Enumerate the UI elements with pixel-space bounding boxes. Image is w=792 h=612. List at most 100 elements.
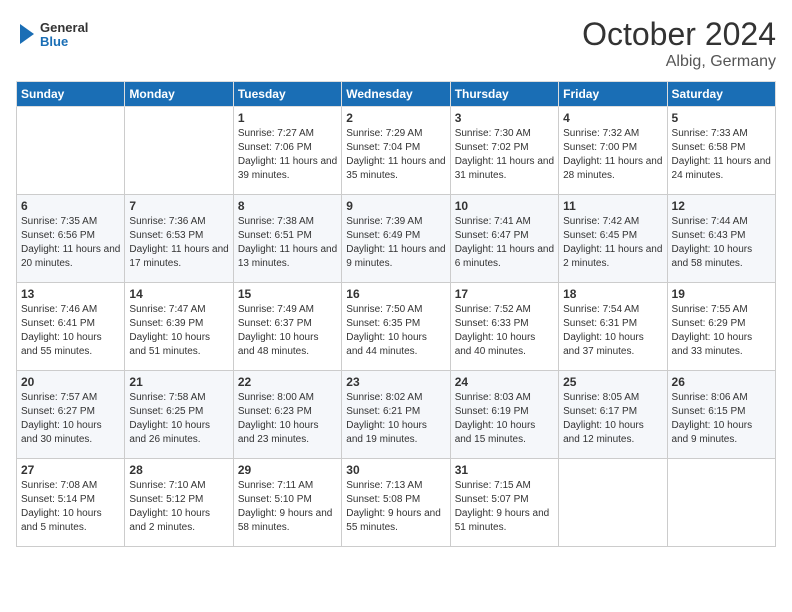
calendar-cell: 4 Sunrise: 7:32 AM Sunset: 7:00 PM Daylig… — [559, 107, 667, 195]
calendar-cell: 16 Sunrise: 7:50 AM Sunset: 6:35 PM Dayli… — [342, 283, 450, 371]
logo: General Blue — [16, 16, 106, 52]
day-info: Sunrise: 7:50 AM Sunset: 6:35 PM Dayligh… — [346, 303, 445, 359]
day-number: 27 — [21, 463, 120, 477]
day-info: Sunrise: 8:05 AM Sunset: 6:17 PM Dayligh… — [563, 391, 662, 447]
day-info: Sunrise: 8:00 AM Sunset: 6:23 PM Dayligh… — [238, 391, 337, 447]
day-info: Sunrise: 8:06 AM Sunset: 6:15 PM Dayligh… — [672, 391, 771, 447]
day-number: 1 — [238, 111, 337, 125]
day-info: Sunrise: 7:46 AM Sunset: 6:41 PM Dayligh… — [21, 303, 120, 359]
calendar-cell — [667, 459, 775, 547]
title-block: October 2024 Albig, Germany — [582, 16, 776, 71]
calendar-cell: 1Sunrise: 7:27 AM Sunset: 7:06 PM Daylig… — [233, 107, 341, 195]
day-number: 29 — [238, 463, 337, 477]
calendar-day-header: Monday — [125, 82, 233, 107]
day-info: Sunrise: 7:58 AM Sunset: 6:25 PM Dayligh… — [129, 391, 228, 447]
calendar-cell: 26 Sunrise: 8:06 AM Sunset: 6:15 PM Dayli… — [667, 371, 775, 459]
calendar-day-header: Friday — [559, 82, 667, 107]
calendar-cell: 29 Sunrise: 7:11 AM Sunset: 5:10 PM Dayli… — [233, 459, 341, 547]
day-number: 16 — [346, 287, 445, 301]
day-number: 3 — [455, 111, 554, 125]
calendar-day-header: Thursday — [450, 82, 558, 107]
calendar-day-header: Saturday — [667, 82, 775, 107]
calendar-cell: 31 Sunrise: 7:15 AM Sunset: 5:07 PM Dayli… — [450, 459, 558, 547]
day-number: 20 — [21, 375, 120, 389]
day-info: Sunrise: 7:11 AM Sunset: 5:10 PM Dayligh… — [238, 479, 337, 535]
day-number: 25 — [563, 375, 662, 389]
calendar-cell: 19 Sunrise: 7:55 AM Sunset: 6:29 PM Dayli… — [667, 283, 775, 371]
calendar-cell: 9 Sunrise: 7:39 AM Sunset: 6:49 PM Daylig… — [342, 195, 450, 283]
day-number: 5 — [672, 111, 771, 125]
day-info: Sunrise: 8:03 AM Sunset: 6:19 PM Dayligh… — [455, 391, 554, 447]
day-info: Sunrise: 7:55 AM Sunset: 6:29 PM Dayligh… — [672, 303, 771, 359]
day-number: 6 — [21, 199, 120, 213]
day-info: Sunrise: 7:32 AM Sunset: 7:00 PM Dayligh… — [563, 127, 662, 183]
calendar-cell: 8 Sunrise: 7:38 AM Sunset: 6:51 PM Daylig… — [233, 195, 341, 283]
day-number: 17 — [455, 287, 554, 301]
calendar-cell: 24 Sunrise: 8:03 AM Sunset: 6:19 PM Dayli… — [450, 371, 558, 459]
day-info: Sunrise: 7:08 AM Sunset: 5:14 PM Dayligh… — [21, 479, 120, 535]
day-info: Sunrise: 7:15 AM Sunset: 5:07 PM Dayligh… — [455, 479, 554, 535]
page-header: General Blue October 2024 Albig, Germany — [16, 16, 776, 71]
day-info: Sunrise: 8:02 AM Sunset: 6:21 PM Dayligh… — [346, 391, 445, 447]
day-info: Sunrise: 7:10 AM Sunset: 5:12 PM Dayligh… — [129, 479, 228, 535]
calendar-cell: 5Sunrise: 7:33 AM Sunset: 6:58 PM Daylig… — [667, 107, 775, 195]
calendar-cell: 22 Sunrise: 8:00 AM Sunset: 6:23 PM Dayli… — [233, 371, 341, 459]
calendar-table: SundayMondayTuesdayWednesdayThursdayFrid… — [16, 81, 776, 547]
day-info: Sunrise: 7:39 AM Sunset: 6:49 PM Dayligh… — [346, 215, 445, 271]
day-number: 12 — [672, 199, 771, 213]
month-title: October 2024 — [582, 16, 776, 53]
day-number: 4 — [563, 111, 662, 125]
calendar-cell: 27 Sunrise: 7:08 AM Sunset: 5:14 PM Dayli… — [17, 459, 125, 547]
calendar-week-row: 6 Sunrise: 7:35 AM Sunset: 6:56 PM Daylig… — [17, 195, 776, 283]
day-number: 30 — [346, 463, 445, 477]
calendar-cell: 21Sunrise: 7:58 AM Sunset: 6:25 PM Dayli… — [125, 371, 233, 459]
day-info: Sunrise: 7:44 AM Sunset: 6:43 PM Dayligh… — [672, 215, 771, 271]
day-number: 11 — [563, 199, 662, 213]
day-number: 22 — [238, 375, 337, 389]
calendar-cell: 7 Sunrise: 7:36 AM Sunset: 6:53 PM Daylig… — [125, 195, 233, 283]
day-info: Sunrise: 7:36 AM Sunset: 6:53 PM Dayligh… — [129, 215, 228, 271]
calendar-cell: 3Sunrise: 7:30 AM Sunset: 7:02 PM Daylig… — [450, 107, 558, 195]
calendar-cell: 30 Sunrise: 7:13 AM Sunset: 5:08 PM Dayli… — [342, 459, 450, 547]
calendar-week-row: 1Sunrise: 7:27 AM Sunset: 7:06 PM Daylig… — [17, 107, 776, 195]
day-info: Sunrise: 7:41 AM Sunset: 6:47 PM Dayligh… — [455, 215, 554, 271]
calendar-cell — [559, 459, 667, 547]
calendar-body: 1Sunrise: 7:27 AM Sunset: 7:06 PM Daylig… — [17, 107, 776, 547]
day-number: 2 — [346, 111, 445, 125]
day-info: Sunrise: 7:13 AM Sunset: 5:08 PM Dayligh… — [346, 479, 445, 535]
day-number: 15 — [238, 287, 337, 301]
day-number: 24 — [455, 375, 554, 389]
day-info: Sunrise: 7:35 AM Sunset: 6:56 PM Dayligh… — [21, 215, 120, 271]
calendar-cell: 17Sunrise: 7:52 AM Sunset: 6:33 PM Dayli… — [450, 283, 558, 371]
calendar-cell — [125, 107, 233, 195]
calendar-week-row: 20Sunrise: 7:57 AM Sunset: 6:27 PM Dayli… — [17, 371, 776, 459]
day-info: Sunrise: 7:49 AM Sunset: 6:37 PM Dayligh… — [238, 303, 337, 359]
day-info: Sunrise: 7:54 AM Sunset: 6:31 PM Dayligh… — [563, 303, 662, 359]
calendar-cell: 2Sunrise: 7:29 AM Sunset: 7:04 PM Daylig… — [342, 107, 450, 195]
day-info: Sunrise: 7:47 AM Sunset: 6:39 PM Dayligh… — [129, 303, 228, 359]
calendar-header-row: SundayMondayTuesdayWednesdayThursdayFrid… — [17, 82, 776, 107]
calendar-cell: 20Sunrise: 7:57 AM Sunset: 6:27 PM Dayli… — [17, 371, 125, 459]
calendar-week-row: 13 Sunrise: 7:46 AM Sunset: 6:41 PM Dayli… — [17, 283, 776, 371]
day-number: 19 — [672, 287, 771, 301]
day-number: 26 — [672, 375, 771, 389]
day-number: 13 — [21, 287, 120, 301]
calendar-day-header: Wednesday — [342, 82, 450, 107]
day-info: Sunrise: 7:38 AM Sunset: 6:51 PM Dayligh… — [238, 215, 337, 271]
calendar-cell — [17, 107, 125, 195]
day-number: 31 — [455, 463, 554, 477]
day-number: 8 — [238, 199, 337, 213]
day-number: 18 — [563, 287, 662, 301]
calendar-cell: 11Sunrise: 7:42 AM Sunset: 6:45 PM Dayli… — [559, 195, 667, 283]
calendar-week-row: 27 Sunrise: 7:08 AM Sunset: 5:14 PM Dayli… — [17, 459, 776, 547]
calendar-day-header: Sunday — [17, 82, 125, 107]
day-number: 9 — [346, 199, 445, 213]
day-number: 14 — [129, 287, 228, 301]
svg-text:General: General — [40, 20, 88, 35]
location-subtitle: Albig, Germany — [582, 53, 776, 71]
calendar-cell: 15 Sunrise: 7:49 AM Sunset: 6:37 PM Dayli… — [233, 283, 341, 371]
day-number: 7 — [129, 199, 228, 213]
calendar-cell: 12 Sunrise: 7:44 AM Sunset: 6:43 PM Dayli… — [667, 195, 775, 283]
calendar-day-header: Tuesday — [233, 82, 341, 107]
day-number: 10 — [455, 199, 554, 213]
